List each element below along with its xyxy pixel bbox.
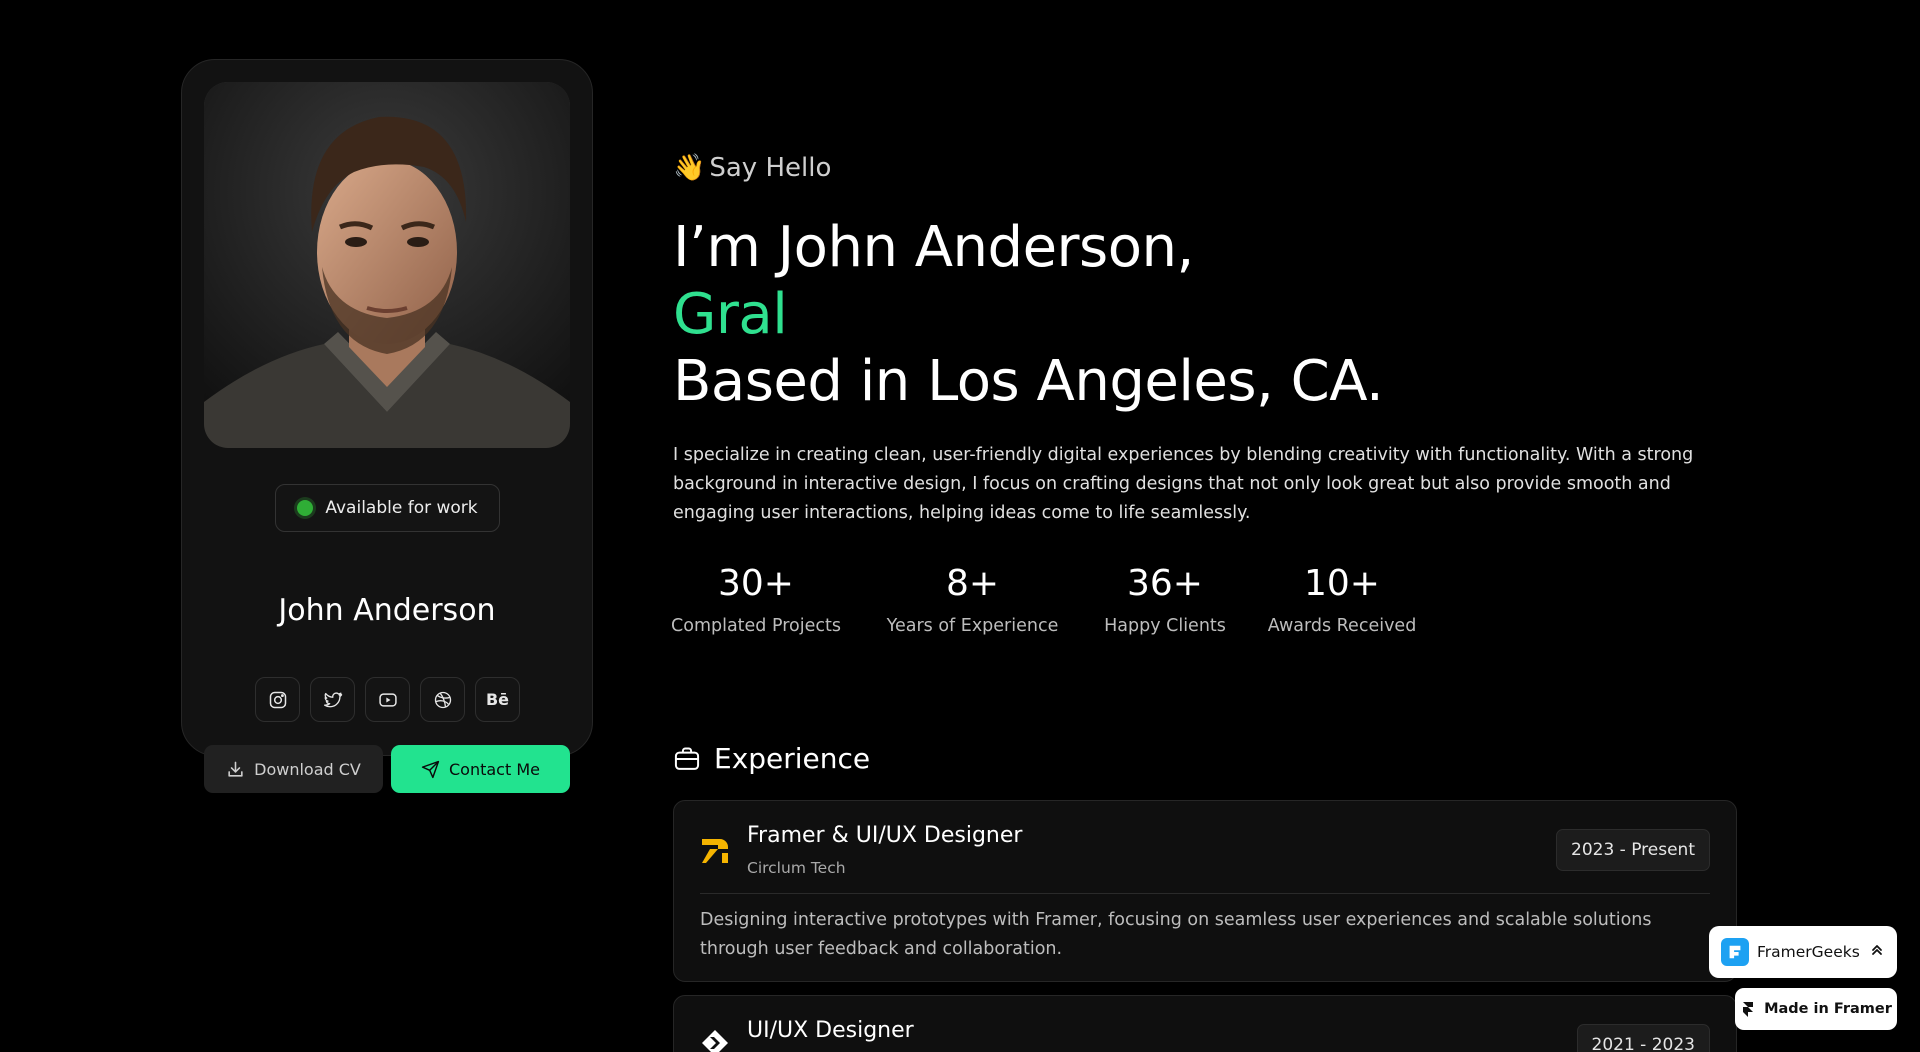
- twitter-link[interactable]: [310, 677, 355, 722]
- profile-card: Available for work John Anderson Bē Down…: [181, 59, 593, 793]
- stat-label: Years of Experience: [886, 616, 1059, 636]
- experience-item: UI/UX Designer 2021 - 2023: [673, 995, 1737, 1052]
- divider: [700, 893, 1710, 894]
- briefcase-icon: [674, 747, 700, 770]
- say-hello: 👋 Say Hello: [673, 153, 831, 183]
- waving-hand-icon: 👋: [673, 153, 706, 183]
- stat-label: Happy Clients: [1104, 616, 1226, 636]
- bio-paragraph: I specialize in creating clean, user-fri…: [673, 445, 1694, 523]
- role-title: UI/UX Designer: [747, 1018, 914, 1043]
- portfolio-page: Available for work John Anderson Bē Down…: [0, 0, 1920, 1052]
- experience-title: Experience: [714, 742, 871, 775]
- availability-badge: Available for work: [275, 484, 500, 532]
- headline-line-1: I’m John Anderson,: [673, 215, 1194, 280]
- stat-years: 8+ Years of Experience: [885, 562, 1060, 636]
- role-description: Designing interactive prototypes with Fr…: [700, 910, 1652, 959]
- behance-link[interactable]: Bē: [475, 677, 520, 722]
- contact-me-button[interactable]: Contact Me: [391, 745, 570, 793]
- company-logo-icon: [702, 1030, 728, 1052]
- card-actions: Download CV Contact Me: [204, 745, 570, 793]
- stat-clients: 36+ Happy Clients: [1104, 562, 1226, 636]
- date-badge: 2021 - 2023: [1576, 1024, 1710, 1052]
- social-links: Bē: [255, 677, 520, 722]
- framergeeks-label: FramerGeeks: [1757, 943, 1860, 961]
- instagram-icon: [269, 691, 286, 708]
- role-title: Framer & UI/UX Designer: [747, 823, 1023, 848]
- framergeeks-logo-icon: [1721, 938, 1749, 966]
- send-icon: [421, 760, 440, 778]
- hero-headline: I’m John Anderson, Gral Based in Los Ang…: [673, 214, 1384, 415]
- twitter-icon: [323, 691, 342, 707]
- made-in-framer-badge[interactable]: Made in Framer: [1735, 988, 1897, 1030]
- framergeeks-badge[interactable]: FramerGeeks: [1709, 926, 1897, 978]
- chevrons-up-icon: [1869, 942, 1885, 962]
- made-in-framer-label: Made in Framer: [1764, 1001, 1892, 1017]
- instagram-link[interactable]: [255, 677, 300, 722]
- stat-label: Awards Received: [1267, 616, 1417, 636]
- stat-awards: 10+ Awards Received: [1267, 562, 1417, 636]
- say-hello-label: Say Hello: [709, 153, 832, 183]
- download-icon: [228, 761, 243, 777]
- contact-me-label: Contact Me: [449, 759, 540, 779]
- experience-heading: Experience: [673, 742, 870, 775]
- profile-photo: [204, 82, 570, 448]
- youtube-link[interactable]: [365, 677, 410, 722]
- stat-projects: 30+ Complated Projects: [671, 562, 841, 636]
- status-dot-icon: [297, 500, 314, 516]
- behance-icon: Bē: [485, 690, 510, 709]
- stat-value: 30+: [718, 563, 794, 604]
- stat-value: 36+: [1127, 563, 1203, 604]
- download-cv-button[interactable]: Download CV: [204, 745, 383, 793]
- availability-label: Available for work: [325, 498, 478, 518]
- company-name: Circlum Tech: [747, 859, 846, 877]
- youtube-icon: [378, 692, 397, 707]
- stat-label: Complated Projects: [671, 616, 841, 636]
- download-cv-label: Download CV: [254, 759, 361, 779]
- headline-line-3: Based in Los Angeles, CA.: [673, 349, 1384, 414]
- dribbble-icon: [434, 691, 451, 708]
- framer-logo-icon: [1743, 1002, 1754, 1017]
- stat-value: 10+: [1304, 563, 1380, 604]
- stats-row: 30+ Complated Projects 8+ Years of Exper…: [671, 562, 1417, 636]
- experience-item: Framer & UI/UX Designer Circlum Tech 202…: [673, 800, 1737, 982]
- dribbble-link[interactable]: [420, 677, 465, 722]
- headline-role-typing: Gral: [673, 282, 788, 347]
- stat-value: 8+: [945, 563, 1000, 604]
- circlum-tech-logo-icon: [702, 839, 728, 863]
- date-badge: 2023 - Present: [1556, 829, 1710, 871]
- profile-name: John Anderson: [278, 593, 496, 628]
